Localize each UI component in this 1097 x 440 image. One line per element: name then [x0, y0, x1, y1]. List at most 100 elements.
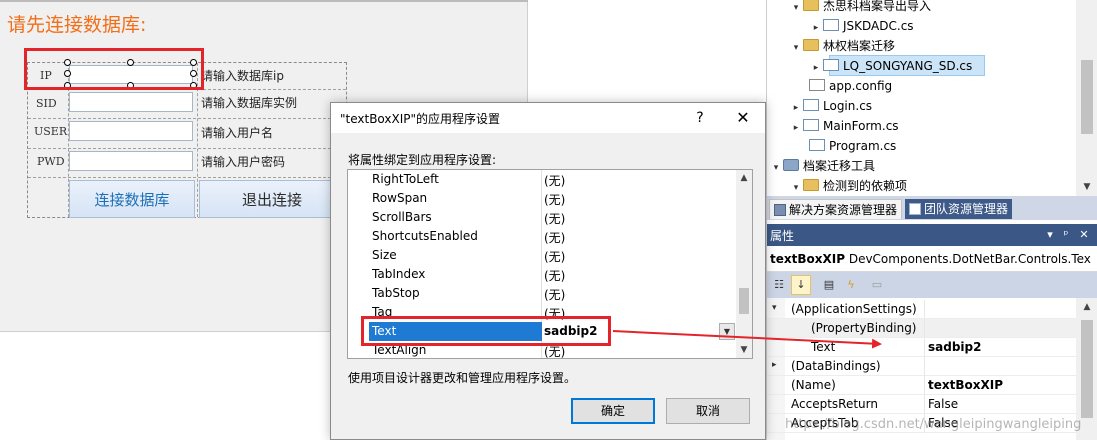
binding-row[interactable]: TabIndex (无) — [348, 265, 736, 284]
binding-property-name: RowSpan — [372, 191, 428, 205]
dialog-title: "textBoxXIP"的应用程序设置 — [340, 112, 501, 126]
chevron-down-icon[interactable]: ▼ — [719, 323, 735, 340]
scroll-down-arrow-icon[interactable]: ▼ — [736, 342, 752, 358]
chevron-right-icon[interactable]: ▸ — [809, 58, 823, 78]
property-pages-icon[interactable]: ▭ — [867, 275, 887, 295]
object-name: textBoxXIP — [770, 252, 845, 266]
binding-row[interactable]: ScrollBars (无) — [348, 208, 736, 227]
ide-right-panel: ▾ 杰思科档案导出导入 ▸ JSKDADC.cs ▾ 林权档案迁移 ▸ LQ_SONGY… — [766, 0, 1097, 440]
scrollbar-thumb[interactable] — [1081, 60, 1093, 134]
list-divider — [541, 227, 542, 246]
chevron-down-icon[interactable]: ▾ — [789, 38, 803, 58]
binding-property-name: ShortcutsEnabled — [372, 229, 478, 243]
categorized-icon[interactable]: ☷ — [769, 275, 789, 295]
binding-row[interactable]: TabStop (无) — [348, 284, 736, 303]
binding-row[interactable]: ShortcutsEnabled (无) — [348, 227, 736, 246]
chevron-right-icon[interactable]: ▸ — [809, 18, 823, 38]
chevron-right-icon[interactable]: ▸ — [789, 98, 803, 118]
tree-item-file-selected[interactable]: ▸ LQ_SONGYANG_SD.cs — [809, 56, 972, 76]
list-divider — [541, 208, 542, 227]
tree-item-folder[interactable]: ▾ 林权档案迁移 — [789, 36, 895, 56]
object-type: DevComponents.DotNetBar.Controls.Tex — [848, 252, 1091, 266]
chevron-right-icon[interactable]: ▸ — [772, 360, 777, 370]
dialog-footer-text: 使用项目设计器更改和管理应用程序设置。 — [348, 371, 577, 385]
sid-hint: 请输入数据库实例 — [201, 96, 298, 110]
property-name: (ApplicationSettings) — [791, 302, 917, 316]
ip-hint: 请输入数据库ip — [201, 69, 284, 83]
project-icon — [783, 159, 799, 171]
chevron-down-icon[interactable]: ▾ — [769, 158, 783, 178]
sid-textbox[interactable] — [69, 92, 193, 112]
properties-toolbar: ☷ ↓ ▤ ϟ ▭ — [767, 272, 1097, 298]
property-name: AcceptsReturn — [791, 397, 878, 411]
grid-divider — [28, 148, 346, 149]
tree-item-folder[interactable]: ▾ 杰思科档案导出导入 — [789, 0, 931, 16]
events-icon[interactable]: ϟ — [841, 275, 861, 295]
disconnect-button[interactable]: 退出连接 — [199, 180, 345, 218]
list-divider — [541, 170, 542, 189]
binding-row[interactable]: RowSpan (无) — [348, 189, 736, 208]
tree-item-file[interactable]: ▸ Login.cs — [789, 96, 872, 116]
tree-item-label: Program.cs — [829, 139, 897, 153]
window-menu-icon[interactable]: ▾ — [1043, 227, 1057, 243]
connect-database-button[interactable]: 连接数据库 — [69, 180, 195, 218]
help-button[interactable]: ? — [688, 107, 712, 129]
binding-list-scrollbar[interactable]: ▲ ▼ — [736, 170, 752, 358]
grid-row[interactable]: AcceptsReturn False — [767, 395, 1076, 414]
cancel-button[interactable]: 取消 — [666, 398, 750, 424]
alphabetical-icon[interactable]: ↓ — [791, 275, 811, 295]
binding-setting-value: (无) — [544, 269, 566, 283]
grid-row[interactable]: ▾ (ApplicationSettings) — [767, 300, 1076, 319]
scrollbar-thumb[interactable] — [1081, 320, 1093, 418]
folder-icon — [803, 0, 819, 11]
binding-setting-value: (无) — [544, 250, 566, 264]
pwd-textbox[interactable] — [69, 151, 193, 171]
pwd-hint: 请输入用户密码 — [201, 155, 286, 169]
scrollbar-thumb[interactable] — [739, 288, 749, 314]
chevron-down-icon[interactable]: ▾ — [772, 303, 777, 313]
tree-item-file[interactable]: ▸ MainForm.cs — [789, 116, 899, 136]
application-settings-dialog: "textBoxXIP"的应用程序设置 ? ✕ 将属性绑定到应用程序设置: Ri… — [330, 102, 766, 440]
tree-item-label: 检测到的依赖项 — [823, 179, 908, 193]
grid-row[interactable]: Text sadbip2 — [767, 338, 1076, 357]
tab-team-explorer[interactable]: 团队资源管理器 — [905, 199, 1013, 219]
close-button[interactable]: ✕ — [731, 107, 755, 129]
tab-solution-explorer[interactable]: 解决方案资源管理器 — [769, 199, 903, 219]
chevron-right-icon[interactable]: ▸ — [789, 118, 803, 138]
grid-row[interactable]: (Name) textBoxXIP — [767, 376, 1076, 395]
binding-row[interactable]: RightToLeft (无) — [348, 170, 736, 189]
grid-row[interactable]: (PropertyBinding) — [767, 319, 1076, 338]
property-value: False — [928, 397, 959, 411]
tree-item-project[interactable]: ▾ 档案迁移工具 — [769, 156, 875, 176]
tree-item-label: 档案迁移工具 — [803, 159, 876, 173]
chevron-down-icon[interactable]: ▾ — [789, 178, 803, 198]
annotation-highlight-text-row — [361, 316, 611, 346]
tree-item-file[interactable]: Program.cs — [795, 136, 896, 156]
user-textbox[interactable] — [69, 121, 193, 141]
grid-divider — [924, 395, 925, 414]
tree-item-file[interactable]: app.config — [795, 76, 892, 96]
tree-item-file[interactable]: ▸ JSKDADC.cs — [809, 16, 914, 36]
pwd-label: PWD — [37, 155, 65, 168]
grid-row[interactable]: ▸ (DataBindings) — [767, 357, 1076, 376]
grid-divider — [28, 177, 346, 178]
close-icon[interactable]: ✕ — [1077, 227, 1091, 243]
tree-scrollbar[interactable]: ▼ — [1076, 0, 1097, 196]
list-divider — [541, 265, 542, 284]
scroll-down-arrow-icon[interactable]: ▼ — [1076, 178, 1097, 196]
properties-object-selector[interactable]: textBoxXIP DevComponents.DotNetBar.Contr… — [767, 248, 1097, 272]
tree-item-label: MainForm.cs — [823, 119, 899, 133]
folder-icon — [803, 179, 819, 191]
scroll-up-arrow-icon[interactable]: ▲ — [1076, 298, 1097, 316]
property-name: (Name) — [791, 378, 836, 392]
binding-property-name: RightToLeft — [372, 172, 439, 186]
csharp-file-icon — [809, 139, 825, 151]
binding-row[interactable]: Size (无) — [348, 246, 736, 265]
pin-icon[interactable]: ᵖ — [1059, 227, 1073, 243]
folder-icon — [803, 39, 819, 51]
ok-button[interactable]: 确定 — [571, 398, 655, 424]
scroll-up-arrow-icon[interactable]: ▲ — [736, 170, 752, 186]
properties-icon[interactable]: ▤ — [819, 275, 839, 295]
tree-item-folder[interactable]: ▾ 检测到的依赖项 — [789, 176, 907, 196]
chevron-down-icon[interactable]: ▾ — [789, 0, 803, 18]
